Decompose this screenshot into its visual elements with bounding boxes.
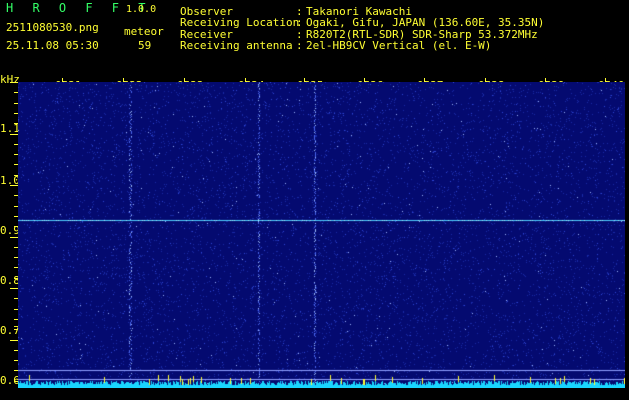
y-tick-mark <box>14 257 18 258</box>
y-tick-mark <box>14 298 18 299</box>
y-tick-mark <box>14 226 18 227</box>
x-tick-mark <box>545 78 546 82</box>
y-tick-label: 0.8 <box>0 274 20 287</box>
y-tick-mark <box>10 134 18 135</box>
x-tick-mark <box>245 78 246 82</box>
info-value-antenna: 2el-HB9CV Vertical (el. E-W) <box>306 39 492 52</box>
y-tick-mark <box>14 123 18 124</box>
y-tick-mark <box>14 144 18 145</box>
y-tick-mark <box>14 164 18 165</box>
y-tick-mark <box>14 267 18 268</box>
x-tick-mark <box>123 78 124 82</box>
meteor-count: 59 <box>138 39 152 52</box>
x-tick-mark <box>304 78 305 82</box>
y-tick-mark <box>14 278 18 279</box>
y-tick-mark <box>14 216 18 217</box>
info-label-antenna: Receiving antenna <box>180 39 293 52</box>
y-tick-mark <box>14 360 18 361</box>
y-tick-mark <box>14 329 18 330</box>
file-datetime: 25.11.08 05:30 <box>6 39 99 52</box>
y-tick-mark <box>14 175 18 176</box>
y-tick-mark <box>14 113 18 114</box>
y-tick-mark <box>14 154 18 155</box>
y-unit-label: kHz <box>0 73 20 86</box>
info-colon: : <box>296 39 303 52</box>
y-tick-mark <box>14 92 18 93</box>
y-tick-mark <box>10 237 18 238</box>
x-tick-mark <box>424 78 425 82</box>
y-tick-mark <box>14 103 18 104</box>
y-tick-mark <box>14 319 18 320</box>
x-tick-mark <box>62 78 63 82</box>
y-tick-label: 1.1 <box>0 122 20 135</box>
file-name: 2511080530.png <box>6 21 99 34</box>
y-tick-mark <box>14 206 18 207</box>
x-tick-mark <box>605 78 606 82</box>
y-tick-mark <box>10 340 18 341</box>
x-tick-mark <box>364 78 365 82</box>
y-tick-mark <box>10 82 18 83</box>
app-version: 1.0.0 <box>126 4 157 15</box>
y-tick-mark <box>14 350 18 351</box>
x-tick-mark <box>485 78 486 82</box>
spectrogram-canvas <box>18 82 625 388</box>
y-tick-mark <box>14 309 18 310</box>
spectrogram-panel <box>18 82 625 388</box>
y-tick-mark <box>14 195 18 196</box>
y-tick-mark <box>10 288 18 289</box>
x-tick-mark <box>184 78 185 82</box>
y-tick-mark <box>10 185 18 186</box>
y-tick-mark <box>14 381 18 382</box>
y-tick-label: 0.7 <box>0 324 20 337</box>
y-tick-mark <box>14 370 18 371</box>
meteor-label: meteor <box>124 25 164 38</box>
y-tick-mark <box>14 247 18 248</box>
